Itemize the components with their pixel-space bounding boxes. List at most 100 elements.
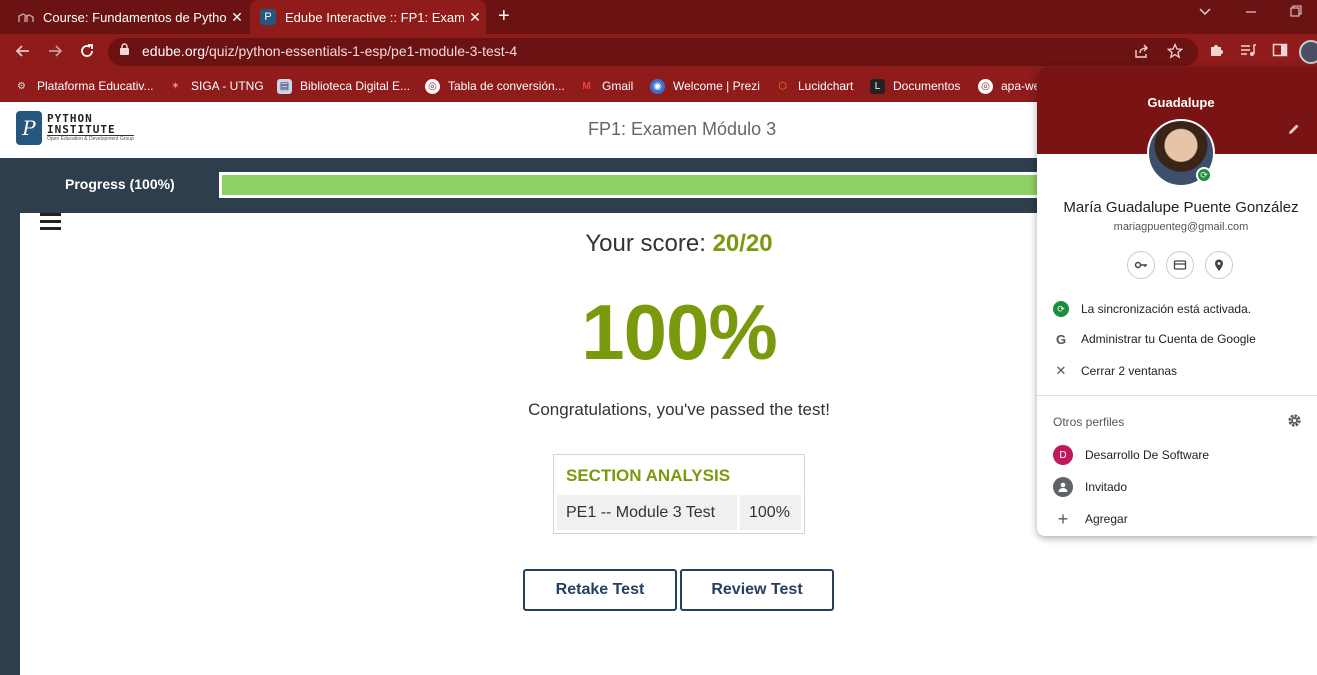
section-percent-cell: 100%: [740, 495, 801, 530]
profile-email: mariagpuenteg@gmail.com: [1113, 221, 1249, 233]
exam-title: FP1: Examen Módulo 3: [588, 119, 777, 139]
docs-icon: L: [870, 78, 885, 94]
url-path: /quiz/python-essentials-1-esp/pe1-module…: [205, 43, 518, 59]
sync-status-row[interactable]: ⟳ La sincronización está activada.: [1053, 299, 1251, 319]
other-profiles-label: Otros perfiles: [1053, 415, 1125, 429]
tab-close-icon[interactable]: ✕: [464, 9, 486, 26]
bookmark-label: Documentos: [893, 79, 961, 93]
google-g-icon: G: [1055, 331, 1067, 347]
url-text: edube.org/quiz/python-essentials-1-esp/p…: [142, 43, 517, 59]
retake-test-button[interactable]: Retake Test: [523, 569, 677, 611]
sync-icon: ⟳: [1053, 301, 1069, 317]
sync-badge-icon: ⟳: [1196, 167, 1212, 183]
reload-icon[interactable]: [78, 42, 96, 65]
plus-icon: +: [1057, 508, 1069, 529]
globe-icon: ⚙: [17, 80, 26, 92]
tab-close-icon[interactable]: ✕: [226, 9, 248, 26]
browser-tab-strip: Course: Fundamentos de Python ✕ P Edube …: [0, 0, 1317, 34]
side-panel-icon[interactable]: [1272, 42, 1288, 62]
bookmark-label: Gmail: [602, 79, 634, 93]
forward-arrow-icon[interactable]: [46, 42, 64, 65]
book-icon: ▤: [277, 78, 292, 94]
siga-icon: ✶: [171, 80, 180, 92]
manage-account-text: Administrar tu Cuenta de Google: [1081, 332, 1256, 346]
lock-icon: [119, 43, 130, 59]
logo-text: PYTHON INSTITUTE Open Education & Develo…: [47, 113, 134, 143]
python-institute-logo[interactable]: P PYTHON INSTITUTE Open Education & Deve…: [16, 111, 134, 145]
globe-icon: ◎: [425, 78, 440, 94]
lucidchart-icon: ⬡: [778, 80, 787, 92]
bookmark-plataforma-educativa[interactable]: ⚙ Plataforma Educativ...: [14, 70, 154, 102]
manage-google-account-row[interactable]: G Administrar tu Cuenta de Google: [1053, 329, 1256, 349]
share-icon[interactable]: [1134, 43, 1150, 63]
minimize-icon[interactable]: [1245, 4, 1257, 21]
profile-header-name: Guadalupe: [1147, 95, 1215, 110]
logo-line2: INSTITUTE: [47, 124, 134, 136]
bookmark-siga-utng[interactable]: ✶ SIGA - UTNG: [168, 70, 264, 102]
moodle-favicon-icon: [18, 9, 34, 25]
restore-window-icon[interactable]: [1290, 4, 1302, 21]
edit-pencil-icon[interactable]: [1287, 122, 1301, 139]
url-omnibox[interactable]: edube.org/quiz/python-essentials-1-esp/p…: [108, 38, 1198, 66]
bookmark-label: apa-we: [1001, 79, 1041, 93]
profile-desarrollo-de-software[interactable]: D Desarrollo De Software: [1053, 444, 1209, 466]
profile-name: Invitado: [1085, 480, 1128, 494]
profile-guest[interactable]: Invitado: [1053, 476, 1127, 498]
new-tab-icon[interactable]: +: [498, 5, 510, 28]
python-institute-favicon-icon: P: [260, 9, 276, 25]
score-value: 20/20: [712, 230, 773, 257]
profile-initial-avatar: D: [1053, 445, 1073, 465]
close-windows-text: Cerrar 2 ventanas: [1081, 364, 1178, 378]
python-institute-logo-icon: P: [16, 111, 42, 145]
profile-name: Agregar: [1085, 512, 1128, 526]
addresses-location-icon[interactable]: [1205, 251, 1233, 279]
passwords-key-icon[interactable]: [1127, 251, 1155, 279]
back-arrow-icon[interactable]: [14, 42, 32, 65]
sync-status-text: La sincronización está activada.: [1081, 302, 1252, 316]
close-x-icon: ✕: [1055, 363, 1067, 378]
gmail-icon: M: [582, 80, 591, 92]
bookmark-star-icon[interactable]: [1166, 42, 1184, 63]
extensions-puzzle-icon[interactable]: [1208, 42, 1224, 62]
tab-course-fundamentos[interactable]: Course: Fundamentos de Python ✕: [8, 0, 248, 34]
bookmark-apa[interactable]: ◎ apa-we: [978, 70, 1040, 102]
prezi-icon: ◉: [650, 78, 665, 94]
bookmark-tabla-conversion[interactable]: ◎ Tabla de conversión...: [425, 70, 565, 102]
guest-person-icon: [1053, 477, 1073, 497]
bookmark-gmail[interactable]: M Gmail: [579, 70, 633, 102]
bookmark-biblioteca-digital[interactable]: ▤ Biblioteca Digital E...: [277, 70, 410, 102]
manage-profiles-gear-icon[interactable]: [1287, 413, 1302, 432]
bookmark-label: Tabla de conversión...: [448, 79, 565, 93]
divider: [1037, 395, 1317, 396]
tab-search-chevron-icon[interactable]: [1198, 4, 1212, 21]
logo-line3: Open Education & Development Group: [47, 136, 134, 142]
bookmark-lucidchart[interactable]: ⬡ Lucidchart: [775, 70, 853, 102]
bookmark-label: Biblioteca Digital E...: [300, 79, 411, 93]
bookmark-prezi[interactable]: ◉ Welcome | Prezi: [650, 70, 760, 102]
bookmark-label: Welcome | Prezi: [673, 79, 760, 93]
bookmark-label: Plataforma Educativ...: [37, 79, 154, 93]
close-windows-row[interactable]: ✕ Cerrar 2 ventanas: [1053, 361, 1178, 381]
media-queue-icon[interactable]: [1240, 42, 1256, 62]
globe-icon: ◎: [978, 78, 993, 94]
add-profile-row[interactable]: + Agregar: [1053, 508, 1128, 530]
bookmark-label: Lucidchart: [798, 79, 854, 93]
url-host: edube.org: [142, 43, 206, 59]
address-toolbar: edube.org/quiz/python-essentials-1-esp/p…: [0, 34, 1317, 70]
tab-title: Edube Interactive :: FP1: Examen Módulo …: [285, 9, 464, 25]
section-name-cell: PE1 -- Module 3 Test: [557, 495, 737, 530]
score-label: Your score:: [585, 230, 706, 257]
review-test-button[interactable]: Review Test: [680, 569, 834, 611]
section-analysis-title: SECTION ANALYSIS: [566, 466, 731, 485]
progress-label: Progress (100%): [65, 176, 175, 192]
tab-title: Course: Fundamentos de Python: [43, 9, 226, 25]
bookmark-documentos[interactable]: L Documentos: [870, 70, 960, 102]
profile-full-name: María Guadalupe Puente González: [1063, 199, 1299, 216]
payment-card-icon[interactable]: [1166, 251, 1194, 279]
profile-menu-popup: Guadalupe ⟳ María Guadalupe Puente Gonzá…: [1037, 67, 1317, 536]
section-analysis-table: SECTION ANALYSIS PE1 -- Module 3 Test 10…: [553, 454, 805, 534]
profile-avatar-button[interactable]: [1299, 40, 1317, 64]
profile-name: Desarrollo De Software: [1085, 448, 1210, 462]
tab-edube-exam[interactable]: P Edube Interactive :: FP1: Examen Módul…: [250, 0, 486, 34]
bookmark-label: SIGA - UTNG: [191, 79, 264, 93]
